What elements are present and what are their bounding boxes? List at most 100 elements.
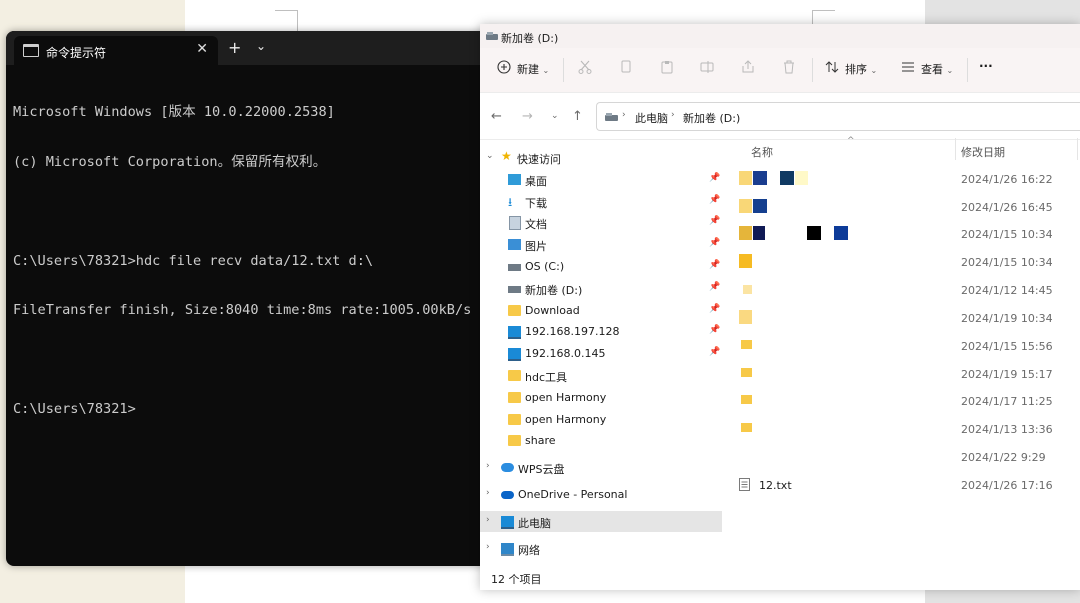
star-icon: ★ [501, 149, 512, 163]
file-row[interactable]: 2024/1/15 15:56 [725, 332, 1080, 360]
rename-icon[interactable] [700, 60, 714, 74]
forward-arrow-icon[interactable]: → [522, 109, 533, 124]
breadcrumb-this-pc[interactable]: 此电脑 [635, 110, 668, 126]
toolbar-divider [967, 58, 968, 82]
sidebar-item-label: WPS云盘 [518, 463, 565, 476]
plus-icon [497, 60, 511, 74]
sidebar-item-network-host-2[interactable]: 192.168.0.145 📌 [480, 343, 722, 364]
file-row[interactable]: 2024/1/26 16:22 [725, 165, 1080, 193]
file-row[interactable]: 2024/1/22 9:29 [725, 443, 1080, 471]
sidebar-item-desktop[interactable]: 桌面 📌 [480, 169, 722, 190]
sidebar-item-open-harmony-1[interactable]: open Harmony [480, 387, 722, 408]
terminal-output[interactable]: Microsoft Windows [版本 10.0.22000.2538] (… [13, 71, 471, 451]
sidebar-item-hdc-tools[interactable]: hdc工具 [480, 365, 722, 386]
more-options-button[interactable]: ··· [979, 59, 993, 73]
chevron-down-icon: ⌄ [542, 66, 550, 75]
share-icon[interactable] [741, 60, 755, 74]
sidebar-item-network[interactable]: › 网络 [480, 538, 722, 559]
sort-button[interactable]: 排序 ⌄ [845, 61, 877, 77]
column-header-name[interactable]: 名称 [751, 144, 773, 160]
file-row[interactable]: 2024/1/15 10:34 [725, 248, 1080, 276]
file-date: 2024/1/26 16:45 [961, 201, 1053, 214]
delete-icon[interactable] [782, 60, 796, 74]
close-icon[interactable]: ✕ [196, 41, 208, 57]
navigation-bar: ← → ⌄ ↑ › 此电脑 › 新加卷 (D:) [480, 93, 1080, 139]
sidebar-item-label: 图片 [525, 240, 547, 253]
drive-icon [508, 264, 521, 271]
new-button[interactable]: 新建 ⌄ [517, 61, 549, 77]
folder-icon [739, 171, 752, 185]
file-row[interactable]: 2024/1/17 11:25 [725, 387, 1080, 415]
sidebar-item-share[interactable]: share [480, 430, 722, 451]
file-row[interactable]: 2024/1/13 13:36 [725, 415, 1080, 443]
column-header-date[interactable]: 修改日期 [961, 144, 1005, 160]
sidebar-item-open-harmony-2[interactable]: open Harmony [480, 409, 722, 430]
pin-icon: 📌 [709, 282, 721, 292]
file-name: 12.txt [759, 479, 792, 492]
toolbar-divider [563, 58, 564, 82]
sidebar-item-wps-cloud[interactable]: › WPS云盘 [480, 457, 722, 478]
terminal-line: FileTransfer finish, Size:8040 time:8ms … [13, 302, 472, 318]
address-bar[interactable]: › 此电脑 › 新加卷 (D:) [596, 102, 1080, 131]
sidebar-item-drive-c[interactable]: OS (C:) 📌 [480, 256, 722, 277]
crop-mark [275, 10, 298, 33]
chevron-right-icon: › [486, 515, 490, 525]
sidebar-item-network-host-1[interactable]: 192.168.197.128 📌 [480, 321, 722, 342]
redaction-block [780, 171, 794, 185]
sidebar-item-label: 此电脑 [518, 517, 551, 530]
sort-icon [825, 61, 839, 73]
file-explorer-window: 新加卷 (D:) 新建 ⌄ 排序 ⌄ 查看 ⌄ ··· ← → ⌄ ↑ › 此电… [480, 24, 1080, 590]
file-row[interactable]: 12.txt 2024/1/26 17:16 [725, 471, 1080, 499]
file-row[interactable]: 2024/1/19 10:34 [725, 304, 1080, 332]
sidebar-item-label: Download [525, 304, 580, 317]
folder-icon [508, 414, 521, 425]
paste-icon[interactable] [660, 60, 674, 74]
file-row[interactable]: 2024/1/15 10:34 [725, 220, 1080, 248]
file-date: 2024/1/17 11:25 [961, 395, 1053, 408]
pin-icon: 📌 [709, 173, 721, 183]
file-row[interactable]: 2024/1/12 14:45 [725, 276, 1080, 304]
sidebar-item-label: OneDrive - Personal [518, 488, 628, 501]
sort-arrow-icon: ^ [847, 136, 855, 146]
pin-icon: 📌 [709, 238, 721, 248]
chevron-down-icon: ⌄ [486, 151, 494, 161]
sidebar-item-label: 192.168.0.145 [525, 347, 606, 360]
new-tab-button[interactable]: + [228, 38, 241, 57]
chevron-right-icon: › [671, 110, 675, 120]
tab-dropdown-button[interactable]: ⌄ [256, 39, 266, 53]
sidebar-item-this-pc[interactable]: › 此电脑 [480, 511, 722, 532]
back-arrow-icon[interactable]: ← [491, 109, 502, 124]
pin-icon: 📌 [709, 195, 721, 205]
pin-icon: 📌 [709, 347, 721, 357]
cut-icon[interactable] [578, 60, 592, 74]
sidebar-item-drive-d[interactable]: 新加卷 (D:) 📌 [480, 278, 722, 299]
column-divider [955, 138, 956, 160]
sidebar-item-downloads[interactable]: ⭳ 下载 📌 [480, 191, 722, 212]
sidebar-item-onedrive[interactable]: › OneDrive - Personal [480, 484, 722, 505]
view-button[interactable]: 查看 ⌄ [921, 61, 953, 77]
breadcrumb-drive-d[interactable]: 新加卷 (D:) [683, 110, 740, 126]
file-date: 2024/1/15 10:34 [961, 228, 1053, 241]
quick-access-header[interactable]: ⌄ ★ 快速访问 [480, 147, 722, 168]
drive-icon [508, 286, 521, 293]
sidebar-item-pictures[interactable]: 图片 📌 [480, 234, 722, 255]
recent-locations-icon[interactable]: ⌄ [551, 111, 559, 121]
chevron-right-icon: › [486, 461, 490, 471]
file-date: 2024/1/13 13:36 [961, 423, 1053, 436]
folder-icon [508, 370, 521, 381]
navigation-pane: ⌄ ★ 快速访问 桌面 📌 ⭳ 下载 📌 文档 📌 图片 📌 OS (C:) 📌… [480, 140, 725, 570]
sidebar-item-documents[interactable]: 文档 📌 [480, 212, 722, 233]
terminal-tab[interactable]: 命令提示符 ✕ [14, 36, 218, 65]
redaction-block [753, 226, 765, 240]
up-arrow-icon[interactable]: ↑ [572, 109, 583, 124]
status-bar-item-count: 12 个项目 [491, 573, 542, 586]
copy-icon[interactable] [619, 60, 633, 74]
sidebar-item-label: 下载 [525, 197, 547, 210]
terminal-line: Microsoft Windows [版本 10.0.22000.2538] [13, 104, 335, 120]
file-row[interactable]: 2024/1/26 16:45 [725, 193, 1080, 221]
file-row[interactable]: 2024/1/19 15:17 [725, 360, 1080, 388]
pin-icon: 📌 [709, 325, 721, 335]
sidebar-item-download-folder[interactable]: Download 📌 [480, 300, 722, 321]
file-date: 2024/1/22 9:29 [961, 451, 1046, 464]
sidebar-item-label: hdc工具 [525, 371, 568, 384]
